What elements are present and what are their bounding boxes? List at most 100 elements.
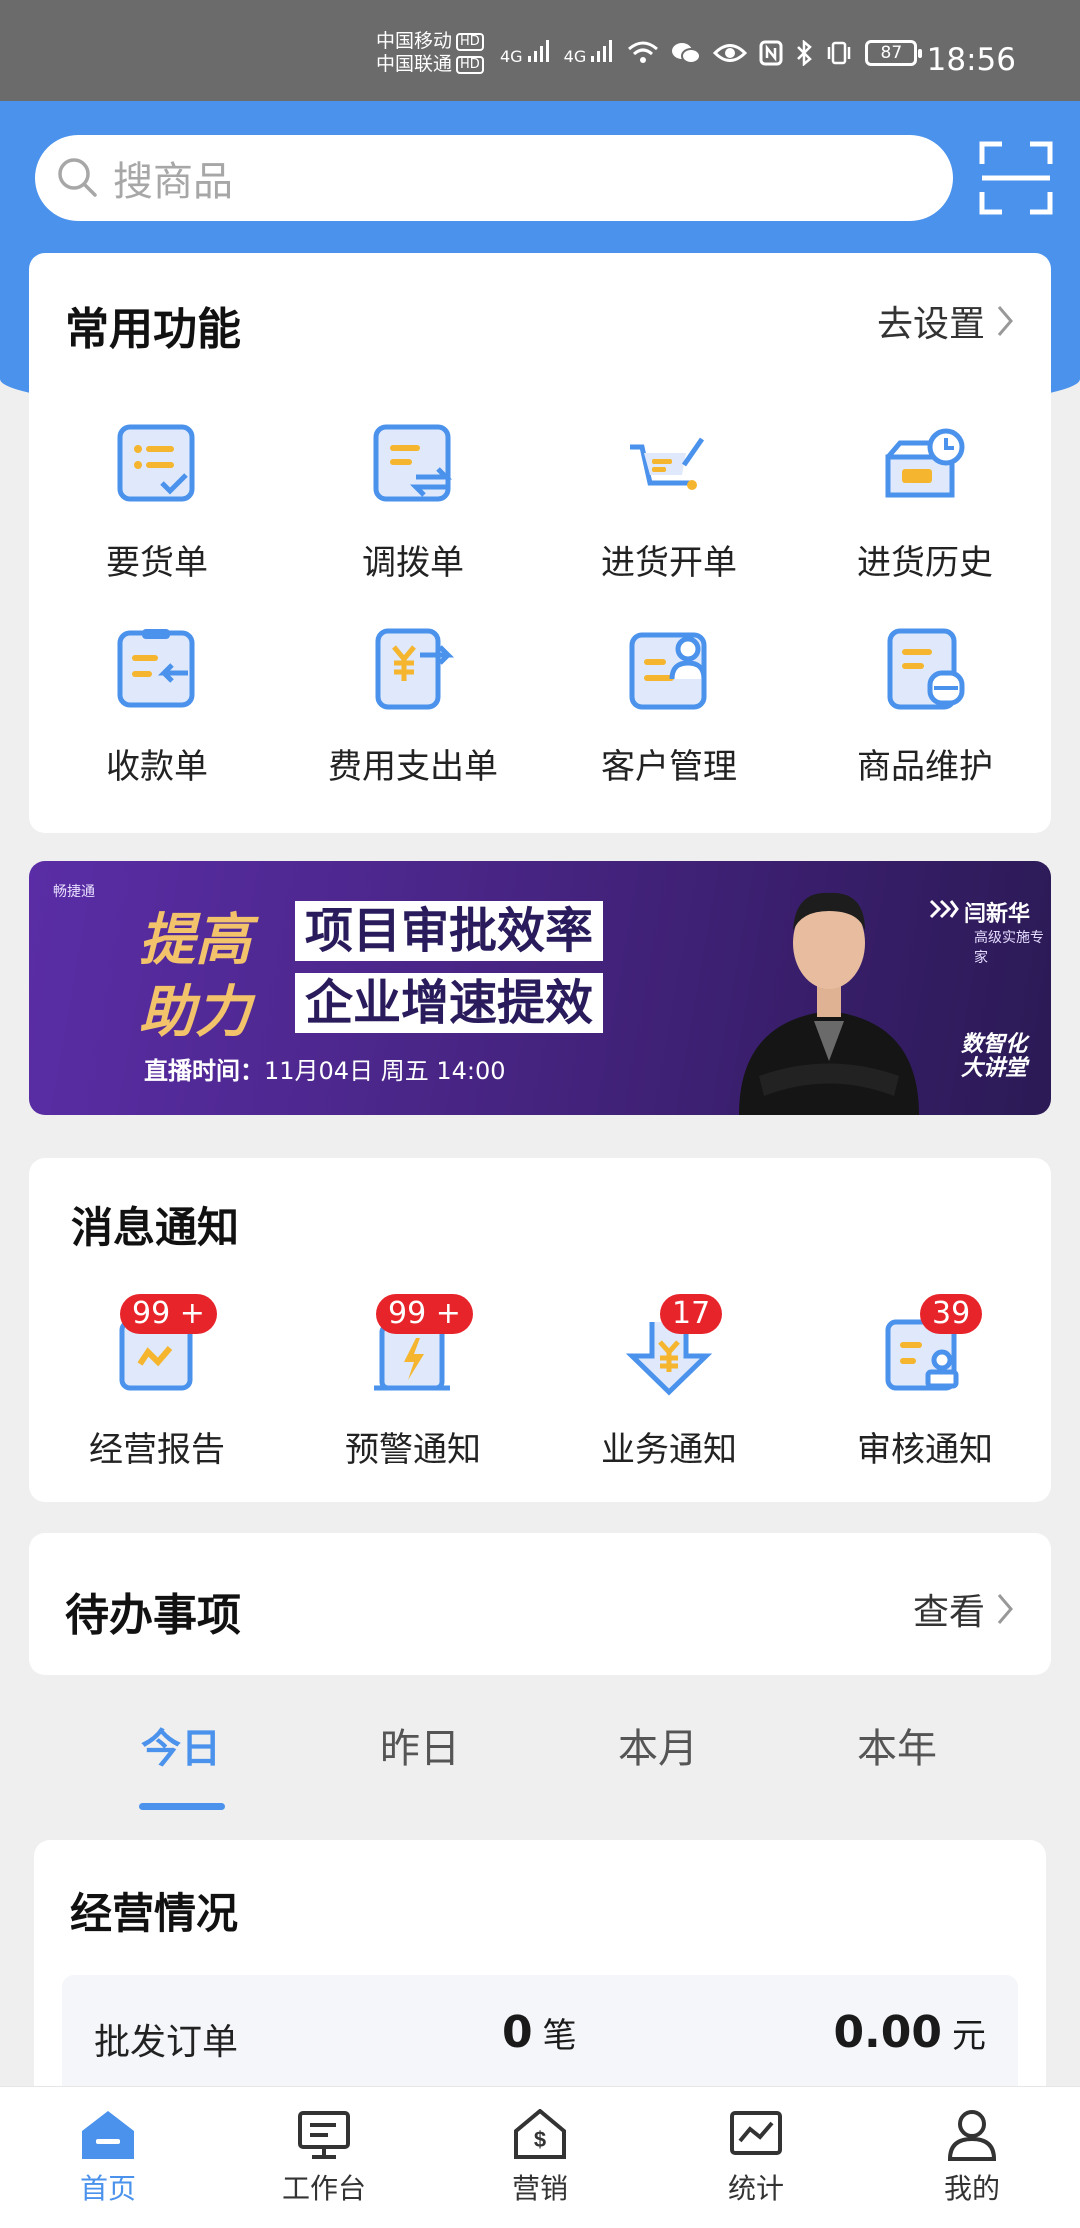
business-row-wholesale[interactable]: 批发订单 0笔 0.00 元 bbox=[62, 1975, 1018, 2095]
svg-text:$: $ bbox=[534, 2127, 546, 2152]
function-product[interactable]: 商品维护 bbox=[797, 605, 1053, 809]
function-label: 收款单 bbox=[106, 747, 208, 787]
hd-badge: HD bbox=[456, 56, 484, 74]
home-icon bbox=[82, 2111, 134, 2159]
banner-brand: 畅捷通 bbox=[53, 884, 95, 900]
notification-label: 审核通知 bbox=[857, 1430, 993, 1470]
notification-label: 业务通知 bbox=[601, 1430, 737, 1470]
row-count-value: 0 bbox=[502, 2007, 533, 2058]
signal-icon: 4G bbox=[500, 40, 552, 66]
nav-workbench[interactable]: 工作台 bbox=[216, 2087, 432, 2228]
workbench-icon bbox=[298, 2111, 350, 2159]
nav-label: 营销 bbox=[511, 2172, 568, 2205]
receipt-icon bbox=[112, 625, 202, 715]
battery-icon: 87 bbox=[865, 40, 923, 66]
business-icon: 17 bbox=[624, 1294, 723, 1398]
nav-home[interactable]: 首页 bbox=[0, 2087, 216, 2228]
banner-time-label: 直播时间： bbox=[144, 1057, 264, 1085]
function-receipt[interactable]: 收款单 bbox=[29, 605, 285, 809]
warning-badge: 99 + bbox=[376, 1294, 473, 1334]
tab-yesterday[interactable]: 昨日 bbox=[340, 1716, 500, 1774]
report-icon: 99 + bbox=[112, 1294, 217, 1398]
function-history[interactable]: 进货历史 bbox=[797, 401, 1053, 605]
notification-warning[interactable]: 99 + 预警通知 bbox=[285, 1288, 541, 1492]
marketing-icon: $ bbox=[514, 2109, 566, 2159]
banner-time-value: 11月04日 周五 14:00 bbox=[264, 1057, 506, 1085]
todo-view-link[interactable]: 查看 bbox=[913, 1583, 1015, 1635]
audit-badge: 39 bbox=[920, 1294, 983, 1334]
row-count-unit: 笔 bbox=[542, 2016, 577, 2056]
row-amount-unit: 元 bbox=[952, 2016, 986, 2056]
scan-button[interactable] bbox=[976, 138, 1056, 218]
audit-icon: 39 bbox=[880, 1294, 983, 1398]
function-order[interactable]: 要货单 bbox=[29, 401, 285, 605]
nfc-icon bbox=[759, 40, 783, 66]
tab-year[interactable]: 本年 bbox=[817, 1716, 977, 1774]
speaker-role: 高级实施专家 bbox=[974, 930, 1044, 966]
tab-today[interactable]: 今日 bbox=[101, 1716, 261, 1774]
eye-icon bbox=[713, 44, 748, 62]
notification-label: 经营报告 bbox=[89, 1430, 225, 1470]
todo-card[interactable]: 待办事项 查看 bbox=[29, 1533, 1051, 1675]
vibrate-icon bbox=[828, 41, 851, 65]
promo-banner[interactable]: 畅捷通 提高 项目审批效率 助力 企业增速提效 直播时间：11月04日 周五 1… bbox=[29, 861, 1051, 1115]
nav-marketing[interactable]: $ 营销 bbox=[432, 2087, 648, 2228]
common-functions-grid: 要货单 调拨单 进货开单 进货历史 收款单 费用支出单 客户管理 商品维护 bbox=[29, 401, 1053, 809]
notification-report[interactable]: 99 + 经营报告 bbox=[29, 1288, 285, 1492]
row-amount: 0.00 元 bbox=[833, 2007, 986, 2058]
carrier-2: 中国联通 bbox=[376, 53, 453, 75]
function-purchase[interactable]: 进货开单 bbox=[541, 401, 797, 605]
function-label: 商品维护 bbox=[857, 747, 993, 787]
period-tabs: 今日 昨日 本月 本年 bbox=[0, 1716, 1080, 1816]
common-functions-title: 常用功能 bbox=[65, 304, 241, 355]
bluetooth-icon bbox=[797, 40, 813, 66]
business-title: 经营情况 bbox=[70, 1889, 239, 1938]
statistics-icon bbox=[730, 2111, 782, 2155]
notification-label: 预警通知 bbox=[345, 1430, 481, 1470]
nav-label: 工作台 bbox=[281, 2172, 366, 2205]
banner-time: 直播时间：11月04日 周五 14:00 bbox=[144, 1051, 506, 1086]
todo-view-label: 查看 bbox=[912, 1592, 985, 1633]
profile-icon bbox=[947, 2110, 997, 2161]
nav-label: 统计 bbox=[727, 2172, 784, 2205]
nav-label: 首页 bbox=[79, 2172, 136, 2205]
row-amount-value: 0.00 bbox=[833, 2007, 942, 2058]
banner-line2-prefix: 助力 bbox=[139, 980, 251, 1045]
settings-link[interactable]: 去设置 bbox=[877, 295, 1015, 347]
battery-level: 87 bbox=[880, 43, 903, 63]
business-badge: 17 bbox=[660, 1294, 723, 1334]
nav-statistics[interactable]: 统计 bbox=[648, 2087, 864, 2228]
function-expense[interactable]: 费用支出单 bbox=[285, 605, 541, 809]
cart-icon bbox=[624, 421, 714, 511]
report-badge: 99 + bbox=[120, 1294, 217, 1334]
function-label: 调拨单 bbox=[362, 543, 464, 583]
function-customer[interactable]: 客户管理 bbox=[541, 605, 797, 809]
banner-line1-prefix: 提高 bbox=[139, 908, 251, 973]
banner-tag: 数智化 大讲堂 bbox=[961, 1033, 1027, 1081]
notification-audit[interactable]: 39 审核通知 bbox=[797, 1288, 1053, 1492]
expense-icon bbox=[368, 625, 458, 715]
nav-profile[interactable]: 我的 bbox=[864, 2087, 1080, 2228]
row-count: 0笔 bbox=[502, 2007, 577, 2058]
wifi-icon bbox=[628, 41, 659, 63]
row-label: 批发订单 bbox=[94, 2022, 239, 2063]
speaker-arrow-icon bbox=[929, 899, 959, 919]
search-input[interactable]: 搜商品 bbox=[35, 135, 953, 221]
banner-line1-box: 项目审批效率 bbox=[295, 901, 604, 961]
signal-label: 4G bbox=[500, 47, 523, 66]
tab-month[interactable]: 本月 bbox=[578, 1716, 738, 1774]
search-placeholder: 搜商品 bbox=[113, 159, 233, 205]
banner-line2-box: 企业增速提效 bbox=[295, 973, 604, 1033]
function-label: 进货历史 bbox=[857, 543, 993, 583]
product-icon bbox=[880, 625, 970, 715]
todo-title: 待办事项 bbox=[65, 1590, 241, 1641]
function-label: 费用支出单 bbox=[328, 747, 498, 787]
transfer-icon bbox=[368, 421, 458, 511]
nav-label: 我的 bbox=[943, 2172, 1000, 2205]
bottom-nav: 首页 工作台 $ 营销 统计 我的 bbox=[0, 2086, 1080, 2228]
function-transfer[interactable]: 调拨单 bbox=[285, 401, 541, 605]
carrier-1: 中国移动 bbox=[376, 30, 453, 52]
notification-business[interactable]: 17 业务通知 bbox=[541, 1288, 797, 1492]
speaker-photo bbox=[739, 892, 919, 1115]
chevron-right-icon bbox=[997, 306, 1013, 336]
